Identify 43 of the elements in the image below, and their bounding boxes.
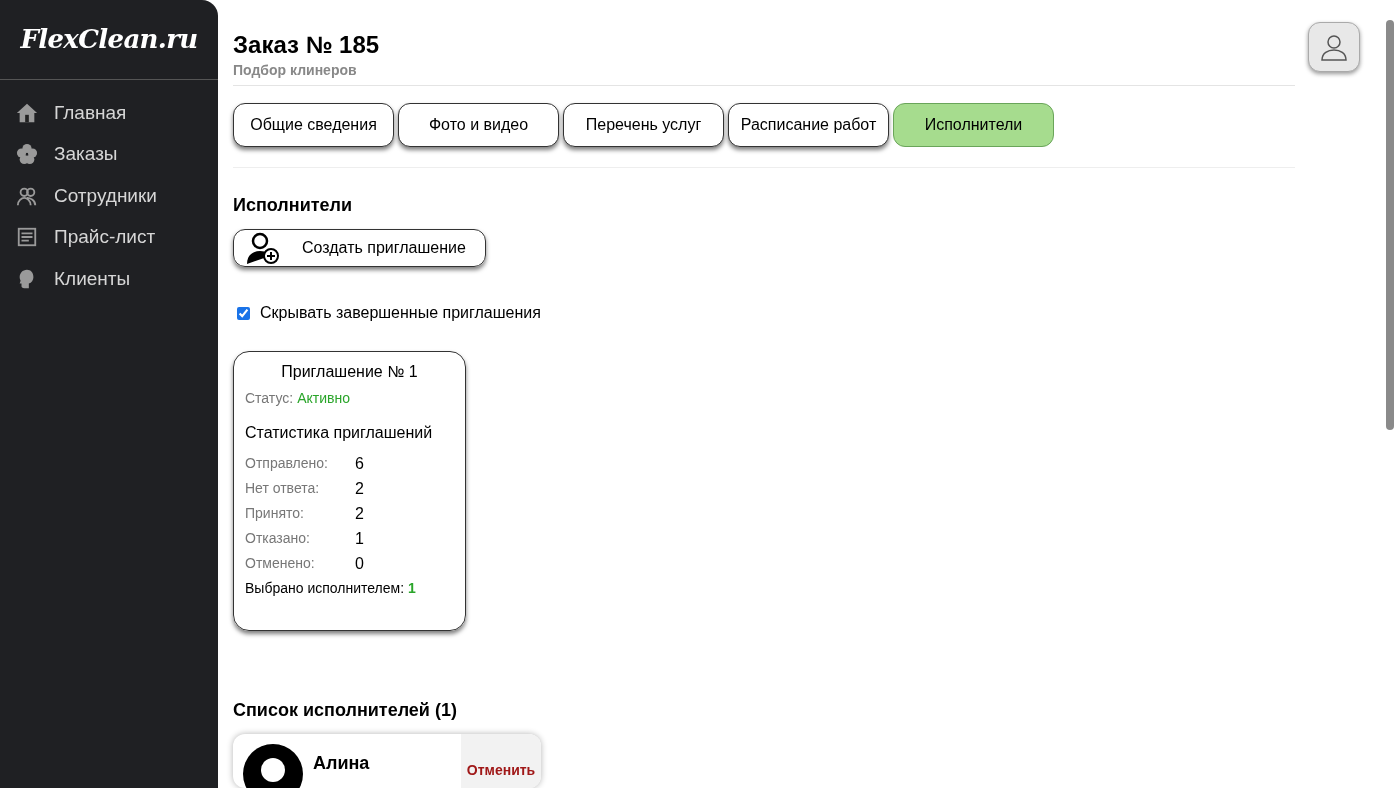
cancel-button[interactable]: Отменить [461,734,541,788]
user-icon [1319,32,1349,62]
flower-icon [16,143,38,166]
tab[interactable]: Расписание работ [728,103,889,147]
tab[interactable]: Перечень услуг [563,103,724,147]
performer-name: Алина [313,752,370,776]
hide-completed-label: Скрывать завершенные приглашения [260,303,541,324]
stats-title: Статистика приглашений [245,423,434,444]
stat-label: Отказано: [245,529,311,549]
house-icon [16,101,38,124]
logo: FlexClean.ru [20,23,198,56]
status-value: Активно [297,389,350,409]
profile-button[interactable] [1308,22,1360,72]
selected-value: 1 [408,579,416,599]
sidebar-item[interactable]: Прайс-лист [0,216,218,258]
page-title: Заказ № 185 [233,30,381,60]
list-icon [16,226,38,249]
tab[interactable]: Общие сведения [233,103,394,147]
selected-label: Выбрано исполнителем: [245,579,405,599]
stat-label: Отправлено: [245,454,329,474]
sidebar-item[interactable]: Сотрудники [0,175,218,217]
section-title: Исполнители [233,194,354,217]
stat-label: Нет ответа: [245,479,321,499]
user-add-icon [246,231,280,266]
stat-value: 6 [355,453,364,474]
hide-completed-checkbox[interactable] [237,306,250,320]
stat-label: Принято: [245,504,305,524]
sidebar-item[interactable]: Главная [0,92,218,134]
sidebar-item[interactable]: Заказы [0,133,218,175]
stat-value: 1 [355,528,364,549]
page-subtitle: Подбор клинеров [233,61,358,80]
stat-value: 2 [355,478,364,499]
create-invitation-button[interactable]: Создать приглашение [233,229,486,268]
tab[interactable]: Фото и видео [398,103,559,147]
invitation-title: Приглашение № 1 [280,362,419,383]
status-label: Статус: [245,389,294,409]
sidebar-item[interactable]: Клиенты [0,258,218,300]
performers-title: Список исполнителей (1) [233,699,458,723]
stat-value: 2 [355,503,364,524]
tab[interactable]: Исполнители [893,103,1054,147]
stat-value: 0 [355,553,364,574]
stat-label: Отменено: [245,554,316,574]
scrollbar[interactable] [1386,20,1394,430]
